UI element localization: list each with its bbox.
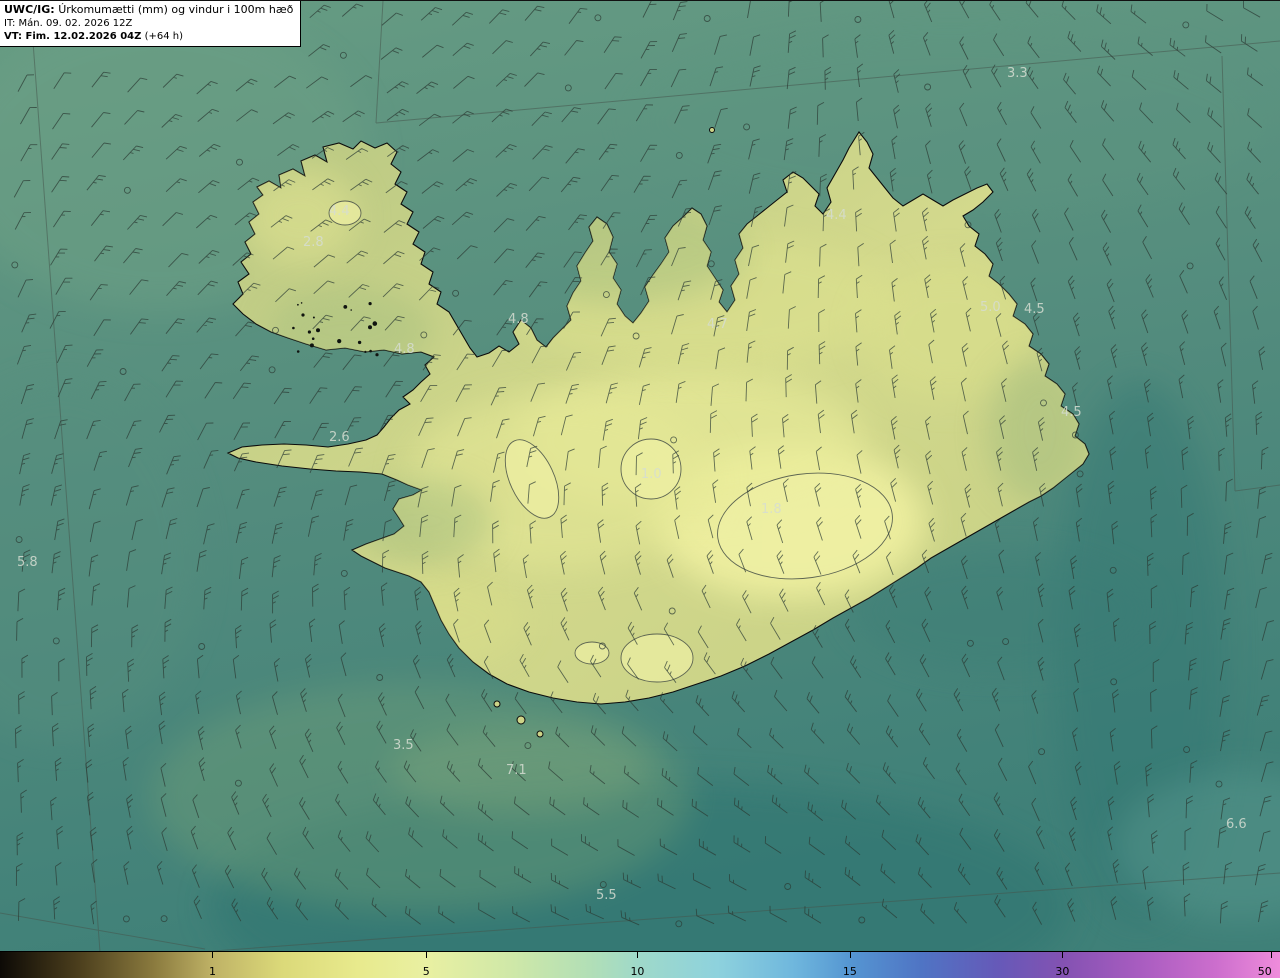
value-label: 3.3 xyxy=(1007,66,1028,81)
colorbar-tick xyxy=(849,952,851,958)
weather-map-canvas: 3.3 4.4 2.8 4.4 4.8 4.7 5.0 4.5 4.8 4.5 2.6 1.0 1.8 5… xyxy=(0,1,1280,952)
value-label: 1.0 xyxy=(641,467,662,482)
colorbar-tick-label: 1 xyxy=(208,965,216,978)
skerry-islet xyxy=(337,339,342,344)
skerry-islet xyxy=(316,328,320,333)
skerry-islet xyxy=(364,350,367,353)
skerry-islet xyxy=(368,325,372,330)
skerry-islet xyxy=(372,321,378,326)
weather-map-page: 3.3 4.4 2.8 4.4 4.8 4.7 5.0 4.5 4.8 4.5 2.6 1.0 1.8 5… xyxy=(0,0,1280,978)
value-label: 4.5 xyxy=(1061,405,1082,420)
colorbar-tick-label: 30 xyxy=(1055,965,1070,978)
value-label: 4.4 xyxy=(826,208,847,223)
colorbar-tick xyxy=(1062,952,1064,958)
map-title-line: UWC/IG: Úrkomumætti (mm) og vindur i 100… xyxy=(4,3,293,17)
colorbar-tick xyxy=(1271,952,1273,958)
skerry-islet xyxy=(343,305,348,309)
skerry-islet xyxy=(369,349,372,353)
value-label: 5.0 xyxy=(980,300,1001,315)
value-label: 2.8 xyxy=(303,235,324,250)
value-label: 5.5 xyxy=(596,888,617,903)
value-label: 7.1 xyxy=(506,763,527,778)
valid-time: VT: Fim. 12.02.2026 04Z xyxy=(4,31,142,42)
colorbar-tick-label: 50 xyxy=(1257,965,1272,978)
skerry-islet xyxy=(375,353,379,357)
init-time-line: IT: Mán. 09. 02. 2026 12Z xyxy=(4,18,133,29)
skerry-islet xyxy=(296,350,300,353)
colorbar-tick-label: 15 xyxy=(842,965,857,978)
colorbar-tick xyxy=(212,952,214,958)
skerry-islet xyxy=(350,309,353,311)
precipitation-colorbar: 1 5 10 15 30 50 xyxy=(0,951,1280,978)
colorbar-tick xyxy=(426,952,428,958)
skerry-islet xyxy=(309,343,314,348)
value-label: 4.8 xyxy=(394,342,415,357)
value-label: 2.6 xyxy=(329,430,350,445)
value-label: 4.7 xyxy=(707,317,728,332)
skerry-islet xyxy=(292,326,295,330)
skerry-islet xyxy=(311,337,315,341)
value-label: 4.5 xyxy=(1024,302,1045,317)
value-label: 4.8 xyxy=(508,312,529,327)
value-label: 3.5 xyxy=(393,738,414,753)
valid-time-line: VT: Fim. 12.02.2026 04Z (+64 h) xyxy=(4,30,293,43)
colorbar-tick-label: 10 xyxy=(630,965,645,978)
title-box: UWC/IG: Úrkomumætti (mm) og vindur i 100… xyxy=(0,1,302,47)
colorbar-tick xyxy=(637,952,639,958)
colorbar-tick-label: 5 xyxy=(422,965,430,978)
skerry-islet xyxy=(368,302,372,306)
lead-time: (+64 h) xyxy=(144,31,183,42)
value-label: 1.8 xyxy=(761,502,782,517)
value-label: 4.4 xyxy=(329,204,350,219)
value-label: 6.6 xyxy=(1226,817,1247,832)
skerry-islet xyxy=(357,340,362,345)
skerry-islet xyxy=(300,302,303,304)
skerry-islet xyxy=(307,330,311,334)
skerry-islet xyxy=(301,313,305,317)
skerry-islet xyxy=(312,316,315,319)
model-name: UWC/IG: xyxy=(4,3,55,16)
map-title: Úrkomumætti (mm) og vindur i 100m hæð xyxy=(58,3,294,16)
skerry-islet xyxy=(297,303,299,306)
value-label: 5.8 xyxy=(17,555,38,570)
